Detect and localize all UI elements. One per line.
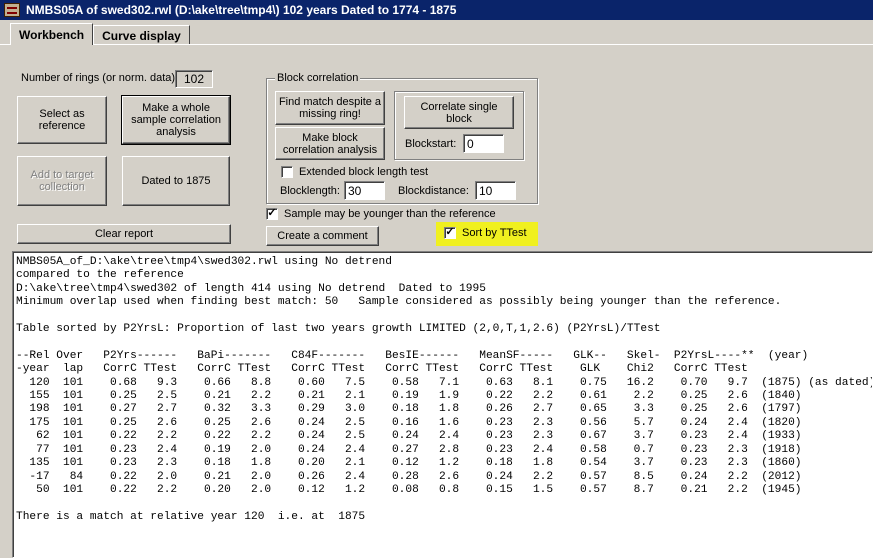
block-correlation-group-label: Block correlation <box>275 72 361 84</box>
blocklength-input[interactable]: 30 <box>344 181 385 200</box>
whole-sample-correlation-button[interactable]: Make a whole sample correlation analysis <box>121 95 231 145</box>
blockstart-input[interactable]: 0 <box>463 134 504 153</box>
title-bar: NMBS05A of swed302.rwl (D:\ake\tree\tmp4… <box>0 0 873 20</box>
sort-by-ttest-label: Sort by TTest <box>462 227 527 239</box>
younger-than-reference-checkbox[interactable]: ✓ Sample may be younger than the referen… <box>266 208 496 220</box>
report-line: -17 84 0.22 2.0 0.21 2.0 0.26 2.4 0.28 2… <box>16 470 802 483</box>
report-line: 77 101 0.23 2.4 0.19 2.0 0.24 2.4 0.27 2… <box>16 443 802 456</box>
window-title: NMBS05A of swed302.rwl (D:\ake\tree\tmp4… <box>26 3 457 17</box>
select-as-reference-button[interactable]: Select as reference <box>17 96 107 144</box>
add-to-target-collection-button[interactable]: Add to target collection <box>17 156 107 206</box>
make-block-correlation-button[interactable]: Make block correlation analysis <box>275 127 385 160</box>
report-line: 50 101 0.22 2.2 0.20 2.0 0.12 1.2 0.08 0… <box>16 483 802 496</box>
sort-by-ttest-checkbox[interactable]: ✓ Sort by TTest <box>444 227 527 239</box>
report-line: D:\ake\tree\tmp4\swed302 of length 414 u… <box>16 282 486 295</box>
report-line: 155 101 0.25 2.5 0.21 2.2 0.21 2.1 0.19 … <box>16 390 802 403</box>
find-match-missing-ring-button[interactable]: Find match despite a missing ring! <box>275 91 385 125</box>
report-line: compared to the reference <box>16 269 184 282</box>
report-line: 175 101 0.25 2.6 0.25 2.6 0.24 2.5 0.16 … <box>16 416 802 429</box>
tab-panel-border <box>0 44 873 45</box>
report-output[interactable]: NMBS05A_of_D:\ake\tree\tmp4\swed302.rwl … <box>12 251 873 558</box>
tab-strip: Workbench Curve display <box>10 23 190 45</box>
report-line: 62 101 0.22 2.2 0.22 2.2 0.24 2.5 0.24 2… <box>16 430 802 443</box>
rings-count-field: 102 <box>175 70 213 88</box>
create-comment-button[interactable]: Create a comment <box>266 226 379 246</box>
clear-report-button[interactable]: Clear report <box>17 224 231 244</box>
dated-to-button[interactable]: Dated to 1875 <box>122 156 230 206</box>
report-line: NMBS05A_of_D:\ake\tree\tmp4\swed302.rwl … <box>16 256 392 268</box>
rings-label: Number of rings (or norm. data): <box>21 72 179 84</box>
report-line: 120 101 0.68 9.3 0.66 8.8 0.60 7.5 0.58 … <box>16 376 873 389</box>
tab-curve-display[interactable]: Curve display <box>93 25 190 45</box>
blockdistance-input[interactable]: 10 <box>475 181 516 200</box>
sort-checkmark-icon[interactable]: ✓ <box>444 227 456 239</box>
extended-block-length-checkbox[interactable]: Extended block length test <box>281 166 428 178</box>
blocklength-label: Blocklength: <box>280 185 340 197</box>
extended-block-length-box[interactable] <box>281 166 293 178</box>
younger-checkmark-icon[interactable]: ✓ <box>266 208 278 220</box>
blockdistance-label: Blockdistance: <box>398 185 469 197</box>
report-line: Minimum overlap used when finding best m… <box>16 296 782 309</box>
report-line: -year lap CorrC TTest CorrC TTest CorrC … <box>16 363 748 376</box>
app-icon <box>4 3 20 17</box>
report-line: There is a match at relative year 120 i.… <box>16 510 366 523</box>
report-line: --Rel Over P2Yrs------ BaPi------- C84F-… <box>16 349 809 362</box>
report-text: NMBS05A_of_D:\ake\tree\tmp4\swed302.rwl … <box>13 252 872 524</box>
younger-than-reference-label: Sample may be younger than the reference <box>284 208 496 220</box>
extended-block-length-label: Extended block length test <box>299 166 429 178</box>
tab-workbench[interactable]: Workbench <box>10 23 94 45</box>
blockstart-label: Blockstart: <box>405 138 457 150</box>
report-line: 135 101 0.23 2.3 0.18 1.8 0.20 2.1 0.12 … <box>16 457 802 470</box>
report-line: Table sorted by P2YrsL: Proportion of la… <box>16 323 661 336</box>
report-line: 198 101 0.27 2.7 0.32 3.3 0.29 3.0 0.18 … <box>16 403 802 416</box>
